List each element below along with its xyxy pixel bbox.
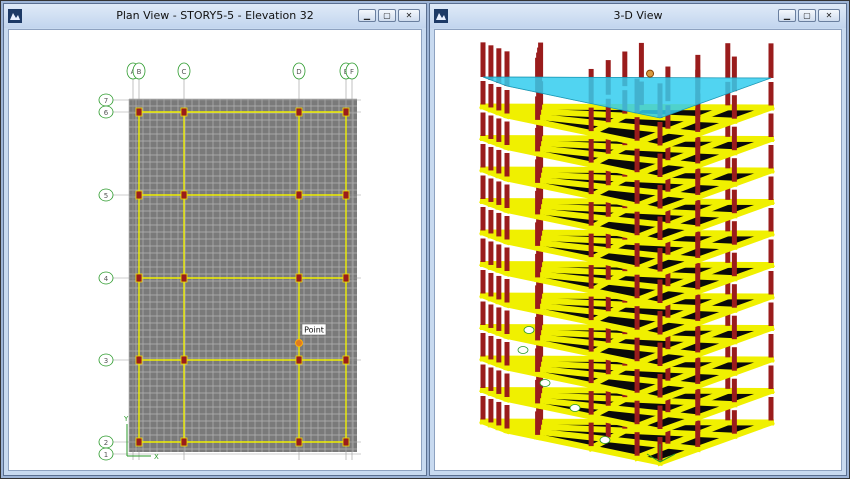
close-button[interactable]: ✕ [818,9,840,22]
grid-label-y: 1 [104,451,108,459]
grid-label-y: 3 [104,357,108,365]
point-marker [295,339,303,347]
column-marker [342,355,350,365]
grid-bubble-3d [517,346,529,354]
column-marker [135,273,143,283]
grid-label-y: 5 [104,192,108,200]
column-marker [295,355,303,365]
column-marker [342,437,350,447]
grid-label-x: F [350,68,354,76]
grid-label-y: 4 [104,275,109,283]
grid-bubble-3d [523,326,535,334]
plan-view-window[interactable]: Plan View - STORY5-5 - Elevation 32 ▁ ▢ … [3,3,427,476]
desktop-frame: Plan View - STORY5-5 - Elevation 32 ▁ ▢ … [0,0,850,479]
axis-x-label: X [154,453,159,461]
plan-view-canvas[interactable]: ABCDEF7654321PointXY [8,29,422,471]
column-marker [342,190,350,200]
column-marker [180,355,188,365]
column-marker [180,190,188,200]
plan-view-titlebar[interactable]: Plan View - STORY5-5 - Elevation 32 ▁ ▢ … [4,4,426,28]
minimize-button[interactable]: ▁ [358,9,376,22]
column-marker [295,437,303,447]
column-marker [135,437,143,447]
column-marker [342,107,350,117]
column-marker [295,107,303,117]
axis-y-label: Y [123,415,129,423]
column-marker [180,273,188,283]
column-marker [295,273,303,283]
grid-label-x: D [296,68,301,76]
grid-label-y: 7 [104,97,108,105]
column-marker [295,190,303,200]
minimize-button[interactable]: ▁ [778,9,796,22]
grid-label-y: 6 [104,109,109,117]
3d-view-titlebar[interactable]: 3-D View ▁ ▢ ✕ [430,4,846,28]
grid-label-y: 2 [104,439,108,447]
column-marker [180,107,188,117]
3d-model-drawing[interactable] [435,30,842,471]
column-marker [342,273,350,283]
grid-bubble-3d [569,404,581,412]
grid-label-x: B [137,68,142,76]
column-marker [135,355,143,365]
roof-point-marker [646,69,655,78]
maximize-button[interactable]: ▢ [798,9,816,22]
grid-label-x: C [182,68,187,76]
column-marker [135,107,143,117]
plan-drawing[interactable]: ABCDEF7654321PointXY [9,30,422,471]
point-label: Point [304,326,324,335]
3d-view-window[interactable]: 3-D View ▁ ▢ ✕ [429,3,847,476]
grid-bubble-3d [599,436,611,444]
close-button[interactable]: ✕ [398,9,420,22]
floor-slab [129,99,357,452]
3d-view-canvas[interactable] [434,29,842,471]
maximize-button[interactable]: ▢ [378,9,396,22]
column-marker [180,437,188,447]
grid-bubble-3d [539,379,551,387]
column-marker [135,190,143,200]
